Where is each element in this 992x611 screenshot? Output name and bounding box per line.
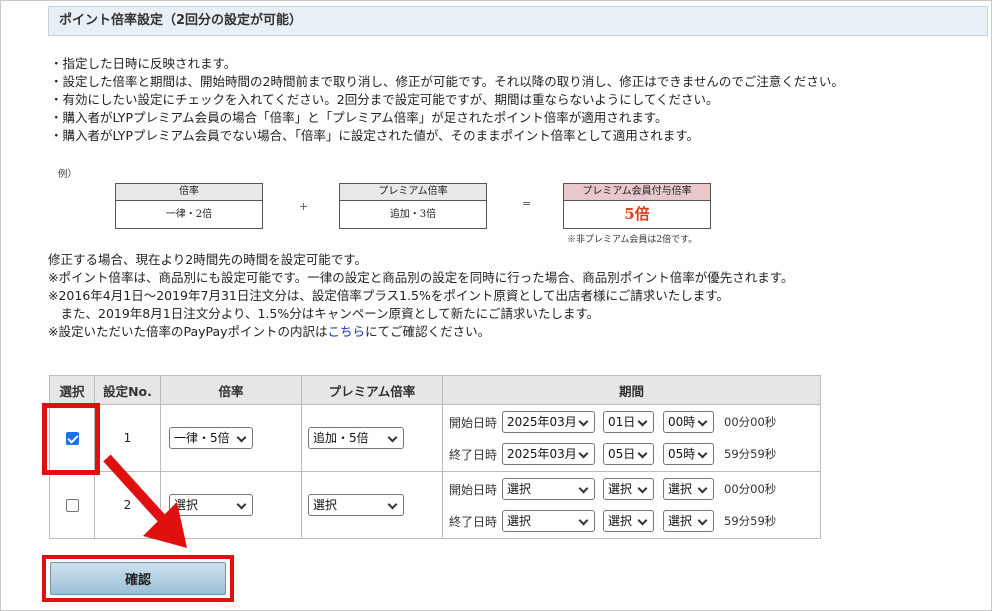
- select-cell: [49, 471, 95, 539]
- premium-rate-select[interactable]: 選択: [308, 494, 404, 516]
- note-item: また、2019年8月1日注文分より、1.5%分はキャンペーン原資として新たにご請…: [48, 306, 600, 321]
- table-header-row: 選択 設定No. 倍率 プレミアム倍率 期間: [49, 375, 821, 405]
- start-day-select[interactable]: 選択: [603, 478, 654, 500]
- instruction-item: ・指定した日時に反映されます。: [50, 56, 237, 71]
- premium-cell: 追加・5倍: [301, 404, 443, 472]
- note-item: ※2016年4月1日～2019年7月31日注文分は、設定倍率プラス1.5%をポイ…: [48, 288, 729, 303]
- example-result-head: プレミアム会員付与倍率: [564, 184, 710, 201]
- end-min-sec: 59分59秒: [724, 514, 777, 528]
- rate-select[interactable]: 一律・5倍: [169, 427, 253, 449]
- confirm-button[interactable]: 確認: [50, 562, 226, 595]
- start-min-sec: 00分00秒: [724, 415, 777, 429]
- example-label: 例）: [58, 169, 78, 180]
- example-premium-head: プレミアム倍率: [340, 184, 486, 201]
- end-label: 終了日時: [449, 514, 498, 529]
- instruction-item: ・購入者がLYPプレミアム会員の場合「倍率」と「プレミアム倍率」が足されたポイン…: [50, 110, 668, 125]
- example-result-box: プレミアム会員付与倍率 5倍: [563, 183, 711, 229]
- example-rate-box: 倍率 一律・2倍: [115, 183, 263, 229]
- pointer-arrow-icon: [103, 454, 187, 548]
- end-row: 終了日時 2025年03月 05日 05時 59分59秒: [444, 438, 819, 470]
- start-row: 開始日時 2025年03月 01日 00時 00分00秒: [444, 406, 819, 438]
- note-text: にてご確認ください。: [365, 324, 491, 339]
- start-label: 開始日時: [449, 482, 498, 497]
- start-month-select[interactable]: 2025年03月: [502, 411, 595, 433]
- section-title: ポイント倍率設定（2回分の設定が可能）: [48, 6, 988, 36]
- start-min-sec: 00分00秒: [724, 482, 777, 496]
- start-month-select[interactable]: 選択: [502, 478, 595, 500]
- end-day-select[interactable]: 選択: [603, 510, 654, 532]
- example-premium-body: 追加・3倍: [389, 209, 437, 220]
- end-hour-select[interactable]: 選択: [663, 510, 714, 532]
- example-premium-box: プレミアム倍率 追加・3倍: [339, 183, 487, 229]
- instructions-list: ・指定した日時に反映されます。 ・設定した倍率と期間は、開始時間の2時間前まで取…: [50, 55, 980, 145]
- equals-sign: =: [522, 197, 532, 210]
- plus-sign: +: [299, 200, 309, 213]
- note-item-with-link: ※設定いただいた倍率のPayPayポイントの内訳はこちらにてご確認ください。: [48, 323, 983, 341]
- setting-2-checkbox[interactable]: [65, 499, 79, 512]
- confirm-highlight: 確認: [42, 555, 234, 602]
- start-label: 開始日時: [449, 415, 498, 430]
- end-month-select[interactable]: 選択: [502, 510, 595, 532]
- header-select: 選択: [49, 375, 95, 405]
- details-link[interactable]: こちら: [328, 324, 366, 339]
- example-note: ※非プレミアム会員は2倍です。: [567, 235, 698, 245]
- note-item: ※ポイント倍率は、商品別にも設定可能です。一律の設定と商品別の設定を同時に行った…: [48, 270, 794, 285]
- start-hour-select[interactable]: 00時: [663, 411, 714, 433]
- instruction-item: ・有効にしたい設定にチェックを入れてください。2回分まで設定可能ですが、期間は重…: [50, 92, 719, 107]
- end-label: 終了日時: [449, 447, 498, 462]
- header-premium-rate: プレミアム倍率: [301, 375, 443, 405]
- note-item: 修正する場合、現在より2時間先の時間を設定可能です。: [48, 252, 367, 267]
- example-result-body: 5倍: [624, 205, 650, 223]
- additional-notes: 修正する場合、現在より2時間先の時間を設定可能です。 ※ポイント倍率は、商品別に…: [48, 251, 983, 341]
- period-cell: 開始日時 2025年03月 01日 00時 00分00秒 終了日時 2025年0…: [442, 404, 821, 472]
- end-hour-select[interactable]: 05時: [663, 443, 714, 465]
- start-day-select[interactable]: 01日: [603, 411, 654, 433]
- header-setting-no: 設定No.: [94, 375, 161, 405]
- checkbox-highlight: [42, 403, 100, 475]
- header-rate: 倍率: [160, 375, 302, 405]
- start-row: 開始日時 選択 選択 選択 00分00秒: [444, 473, 819, 505]
- end-day-select[interactable]: 05日: [603, 443, 654, 465]
- instruction-item: ・設定した倍率と期間は、開始時間の2時間前まで取り消し、修正が可能です。それ以降…: [50, 74, 844, 89]
- period-cell: 開始日時 選択 選択 選択 00分00秒 終了日時 選択 選択 選択 59分59…: [442, 471, 821, 539]
- premium-cell: 選択: [301, 471, 443, 539]
- end-min-sec: 59分59秒: [724, 447, 777, 461]
- end-row: 終了日時 選択 選択 選択 59分59秒: [444, 505, 819, 537]
- start-hour-select[interactable]: 選択: [663, 478, 714, 500]
- example-rate-body: 一律・2倍: [165, 209, 213, 220]
- instruction-item: ・購入者がLYPプレミアム会員でない場合、「倍率」に設定された値が、そのままポイ…: [50, 128, 699, 143]
- note-text: ※設定いただいた倍率のPayPayポイントの内訳は: [48, 324, 328, 339]
- example-rate-head: 倍率: [116, 184, 262, 201]
- premium-rate-select[interactable]: 追加・5倍: [308, 427, 404, 449]
- end-month-select[interactable]: 2025年03月: [502, 443, 595, 465]
- header-period: 期間: [442, 375, 821, 405]
